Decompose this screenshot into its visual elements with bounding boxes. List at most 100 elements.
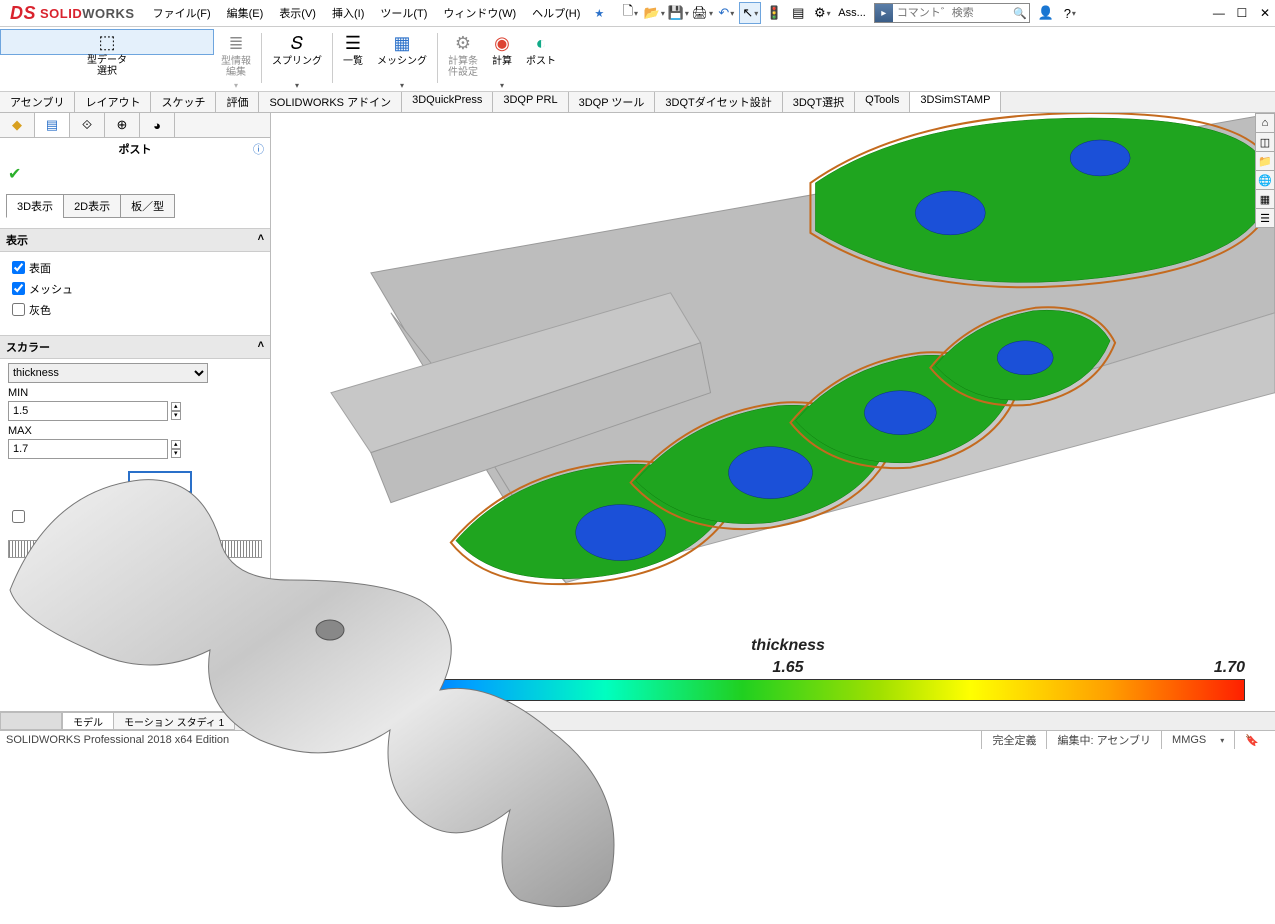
- menu-edit[interactable]: 編集(E): [219, 0, 272, 26]
- vt-home-icon[interactable]: ⌂: [1255, 113, 1275, 133]
- section-display[interactable]: 表示˄: [0, 228, 270, 252]
- check-unknown[interactable]: [8, 507, 262, 526]
- status-defined: 完全定義: [981, 731, 1046, 749]
- panel-tab-appearance[interactable]: ◕: [140, 113, 175, 137]
- tab-assembly[interactable]: アセンブリ: [0, 92, 75, 112]
- tab-layout[interactable]: レイアウト: [75, 92, 151, 112]
- close-button[interactable]: ✕: [1257, 6, 1273, 20]
- check-gray[interactable]: 灰色: [8, 300, 262, 319]
- section-scalar[interactable]: スカラー˄: [0, 335, 270, 359]
- tab-3dsimstamp[interactable]: 3DSimSTAMP: [910, 92, 1001, 112]
- subtab-3d[interactable]: 3D表示: [6, 194, 64, 218]
- viewport-toolbar: ⌂ ◫ 📁 🌐 ▦ ☰: [1255, 113, 1275, 227]
- bottom-tab-motion[interactable]: モーション スタディ 1: [113, 712, 235, 730]
- vt-iso-icon[interactable]: ◫: [1255, 132, 1275, 152]
- undo-icon[interactable]: ↶▾: [715, 2, 737, 24]
- tab-qtools[interactable]: QTools: [855, 92, 910, 112]
- panel-tab-property[interactable]: ▤: [35, 113, 70, 137]
- command-tabstrip: アセンブリ レイアウト スケッチ 評価 SOLIDWORKS アドイン 3DQu…: [0, 92, 1275, 113]
- subtab-2d[interactable]: 2D表示: [63, 194, 121, 218]
- ribbon-meshing[interactable]: ▦メッシング▾: [370, 29, 434, 93]
- tab-addins[interactable]: SOLIDWORKS アドイン: [259, 92, 402, 112]
- check-surface[interactable]: 表面: [8, 258, 262, 277]
- panel-help-icon[interactable]: ⓘ: [253, 141, 264, 157]
- vt-view-icon[interactable]: ▦: [1255, 189, 1275, 209]
- star-icon[interactable]: ★: [594, 7, 604, 20]
- tab-sketch[interactable]: スケッチ: [151, 92, 216, 112]
- ribbon-spring[interactable]: 𝑆スプリング▾: [265, 29, 329, 93]
- tab-3dqt-select[interactable]: 3DQT選択: [783, 92, 855, 112]
- maximize-button[interactable]: ☐: [1234, 6, 1250, 20]
- bottom-handle[interactable]: [0, 712, 62, 730]
- panel-tab-display[interactable]: ⊕: [105, 113, 140, 137]
- min-input[interactable]: [8, 401, 168, 421]
- options-icon[interactable]: ⚙▾: [811, 2, 833, 24]
- vt-list-icon[interactable]: ☰: [1255, 208, 1275, 228]
- scale-axis-label: thickness: [751, 637, 825, 655]
- panel-tab-feature[interactable]: ◆: [0, 113, 35, 137]
- max-input[interactable]: [8, 439, 168, 459]
- accept-button[interactable]: ✔: [0, 160, 270, 188]
- apply-button[interactable]: 適用: [93, 576, 177, 600]
- max-spin-down[interactable]: ▾: [171, 449, 181, 458]
- min-spin-up[interactable]: ▴: [171, 402, 181, 411]
- animation-slider[interactable]: [8, 540, 262, 558]
- props-icon[interactable]: ▤: [787, 2, 809, 24]
- min-label: MIN: [8, 387, 262, 399]
- ribbon: ⬚型データ 選択 ≣型情報 編集▾ 𝑆スプリング▾ ☰一覧 ▦メッシング▾ ⚙計…: [0, 27, 1275, 92]
- main-area: ◆ ▤ ⟐ ⊕ ◕ ポスト ⓘ ✔ 3D表示 2D表示 板／型 表示˄ 表面 メ…: [0, 113, 1275, 712]
- check-mesh[interactable]: メッシュ: [8, 279, 262, 298]
- user-icon[interactable]: 👤: [1035, 2, 1057, 24]
- menu-window[interactable]: ウィンドウ(W): [435, 0, 524, 26]
- help-icon[interactable]: ?▾: [1059, 2, 1081, 24]
- search-input[interactable]: [893, 7, 1011, 19]
- ribbon-select-data[interactable]: ⬚型データ 選択: [0, 29, 214, 55]
- tab-evaluate[interactable]: 評価: [216, 92, 259, 112]
- panel-tabs: ◆ ▤ ⟐ ⊕ ◕: [0, 113, 270, 138]
- status-editing: 編集中: アセンブリ: [1046, 731, 1161, 749]
- scale-tick: 1.70: [1214, 659, 1245, 677]
- tab-3dquickpress[interactable]: 3DQuickPress: [402, 92, 493, 112]
- ribbon-calc-settings[interactable]: ⚙計算条 件設定: [441, 29, 485, 93]
- tab-3dqp-prl[interactable]: 3DQP PRL: [493, 92, 568, 112]
- min-spin-down[interactable]: ▾: [171, 411, 181, 420]
- list-button[interactable]: リスト表示: [77, 620, 194, 644]
- chevron-up-icon: ˄: [258, 339, 264, 355]
- ribbon-list[interactable]: ☰一覧: [336, 29, 370, 93]
- menu-file[interactable]: ファイル(F): [145, 0, 219, 26]
- ribbon-edit-info[interactable]: ≣型情報 編集▾: [214, 29, 258, 93]
- minimize-button[interactable]: —: [1211, 6, 1227, 20]
- command-search[interactable]: ▸ 🔍: [874, 3, 1030, 23]
- ribbon-post[interactable]: ◐ポスト: [519, 29, 563, 93]
- status-edition: SOLIDWORKS Professional 2018 x64 Edition: [6, 734, 229, 746]
- tab-dieset[interactable]: 3DQTダイセット設計: [655, 92, 782, 112]
- tab-3dqp-tool[interactable]: 3DQP ツール: [569, 92, 656, 112]
- vt-globe-icon[interactable]: 🌐: [1255, 170, 1275, 190]
- menu-insert[interactable]: 挿入(I): [324, 0, 372, 26]
- scalar-select[interactable]: thickness: [8, 363, 208, 383]
- bottom-tabs: モデル モーション スタディ 1: [0, 712, 1275, 730]
- max-spin-up[interactable]: ▴: [171, 440, 181, 449]
- scale-gradient: [331, 679, 1245, 701]
- status-tag-icon[interactable]: 🔖: [1234, 731, 1269, 749]
- 3d-viewport[interactable]: thickness 1.55 1.65 1.70 ⌂ ◫ 📁 🌐 ▦ ☰: [271, 113, 1275, 711]
- menu-help[interactable]: ヘルプ(H): [524, 0, 588, 26]
- bottom-tab-model[interactable]: モデル: [62, 712, 114, 730]
- print-icon[interactable]: 🖨▾: [691, 2, 713, 24]
- save-icon[interactable]: 💾▾: [667, 2, 689, 24]
- traffic-icon[interactable]: 🚦: [763, 2, 785, 24]
- subtab-plate[interactable]: 板／型: [120, 194, 175, 218]
- menu-view[interactable]: 表示(V): [271, 0, 324, 26]
- menu-tool[interactable]: ツール(T): [372, 0, 435, 26]
- status-units[interactable]: MMGS▾: [1161, 731, 1234, 749]
- panel-tab-config[interactable]: ⟐: [70, 113, 105, 137]
- vt-open-icon[interactable]: 📁: [1255, 151, 1275, 171]
- cursor-icon[interactable]: ↖▾: [739, 2, 761, 24]
- open-icon[interactable]: 📂▾: [643, 2, 665, 24]
- ribbon-calculate[interactable]: ◉計算▾: [485, 29, 519, 93]
- render-canvas: [271, 113, 1275, 710]
- new-icon[interactable]: 🗋▾: [619, 2, 641, 24]
- app-logo: DS SOLIDWORKS: [0, 3, 145, 24]
- search-icon[interactable]: 🔍: [1011, 7, 1029, 20]
- color-swatch[interactable]: [128, 471, 192, 493]
